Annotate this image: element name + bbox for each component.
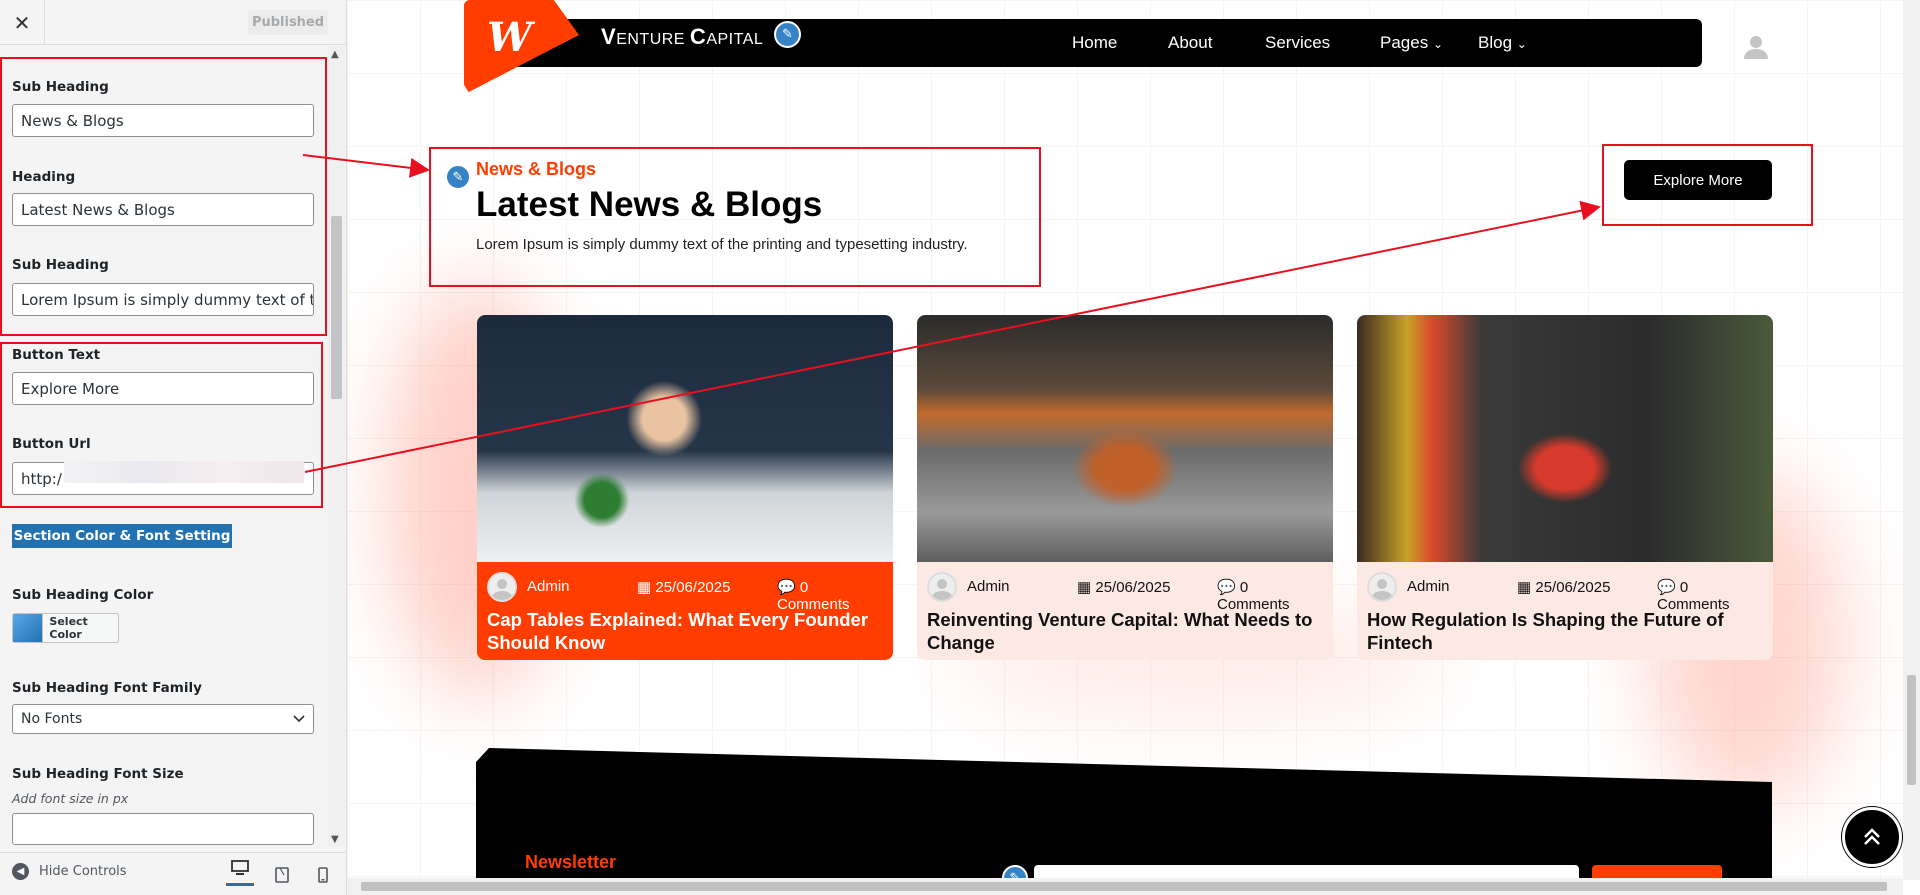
- nav-about[interactable]: About: [1168, 33, 1212, 53]
- card-title[interactable]: How Regulation Is Shaping the Future of …: [1367, 608, 1763, 654]
- comments-icon: 💬: [1217, 579, 1236, 596]
- font-family-value: No Fonts: [21, 711, 83, 727]
- card-image: [917, 315, 1333, 562]
- section-sub-heading: News & Blogs: [476, 159, 597, 179]
- site-preview: W VENTURE CAPITAL ✎ Home About Services …: [347, 0, 1920, 895]
- scroll-to-top-button[interactable]: [1842, 807, 1902, 867]
- card-meta: Admin ▦ 25/06/2025 💬 0 Comments: [487, 572, 883, 613]
- calendar-icon: ▦: [1517, 579, 1532, 596]
- close-icon[interactable]: ✕: [0, 0, 45, 45]
- double-chevron-up-icon: [1864, 828, 1880, 845]
- avatar: [927, 572, 957, 602]
- select-color-button[interactable]: Select Color: [12, 613, 119, 643]
- card-body: Admin ▦ 25/06/2025 💬 0 Comments Reinvent…: [917, 562, 1333, 660]
- hide-controls-button[interactable]: ◀ Hide Controls: [12, 863, 127, 880]
- tablet-icon[interactable]: [268, 863, 296, 887]
- card-body: Admin ▦ 25/06/2025 💬 0 Comments How Regu…: [1357, 562, 1773, 660]
- font-family-select[interactable]: No Fonts: [12, 704, 314, 734]
- card-date-value: 25/06/2025: [655, 579, 731, 596]
- user-avatar[interactable]: [1740, 28, 1771, 59]
- sidebar-scroll-thumb[interactable]: [331, 216, 342, 399]
- collapse-icon: ◀: [12, 863, 29, 880]
- heading-label: Heading: [12, 169, 76, 185]
- calendar-icon: ▦: [637, 579, 652, 596]
- scroll-up-icon[interactable]: ▲: [331, 49, 339, 60]
- card-meta: Admin ▦ 25/06/2025 💬 0 Comments: [927, 572, 1323, 613]
- card-date-value: 25/06/2025: [1095, 579, 1171, 596]
- button-text-label: Button Text: [12, 347, 101, 363]
- explore-more-button[interactable]: Explore More: [1624, 160, 1772, 200]
- avatar: [1367, 572, 1397, 602]
- logo-mark: W: [487, 14, 532, 61]
- sub-heading-label: Sub Heading: [12, 79, 109, 95]
- font-size-label: Sub Heading Font Size: [12, 766, 184, 782]
- brand-name[interactable]: VENTURE CAPITAL: [601, 24, 763, 50]
- font-size-help: Add font size in px: [12, 791, 129, 806]
- customizer-sidebar: ✕ Published Sub Heading News & Blogs Hea…: [0, 0, 347, 895]
- nav-services[interactable]: Services: [1265, 33, 1330, 53]
- scroll-down-icon[interactable]: ▼: [331, 834, 339, 845]
- chevron-down-icon: ⌄: [1432, 37, 1443, 51]
- section-settings-button[interactable]: Section Color & Font Setting: [12, 524, 232, 548]
- card-meta: Admin ▦ 25/06/2025 💬 0 Comments: [1367, 572, 1763, 613]
- preview-horizontal-scroll-thumb[interactable]: [361, 882, 1887, 891]
- font-family-label: Sub Heading Font Family: [12, 680, 202, 696]
- customizer-header: ✕ Published: [0, 0, 346, 45]
- card-author[interactable]: Admin: [967, 578, 1010, 595]
- color-swatch: [13, 614, 44, 642]
- avatar: [487, 572, 517, 602]
- newsletter-label: Newsletter: [525, 852, 617, 872]
- nav-pages[interactable]: Pages ⌄: [1380, 33, 1443, 53]
- section-heading: Latest News & Blogs: [476, 185, 823, 224]
- comments-icon: 💬: [777, 579, 796, 596]
- blog-card[interactable]: Admin ▦ 25/06/2025 💬 0 Comments How Regu…: [1357, 315, 1773, 660]
- sidebar-scrollbar[interactable]: [328, 46, 345, 846]
- publish-button[interactable]: Published: [248, 10, 328, 35]
- card-title[interactable]: Cap Tables Explained: What Every Founder…: [487, 608, 883, 654]
- card-author[interactable]: Admin: [527, 578, 570, 595]
- card-date: ▦ 25/06/2025: [1077, 578, 1170, 596]
- blog-card[interactable]: Admin ▦ 25/06/2025 💬 0 Comments Cap Tabl…: [477, 315, 893, 660]
- button-text-input[interactable]: Explore More: [12, 372, 314, 405]
- select-color-label: Select Color: [49, 615, 88, 641]
- heading-input[interactable]: Latest News & Blogs: [12, 193, 314, 226]
- nav-pages-label: Pages: [1380, 33, 1429, 52]
- card-date: ▦ 25/06/2025: [637, 578, 730, 596]
- desktop-icon[interactable]: [226, 853, 254, 886]
- card-body: Admin ▦ 25/06/2025 💬 0 Comments Cap Tabl…: [477, 562, 893, 660]
- card-image: [477, 315, 893, 562]
- card-author[interactable]: Admin: [1407, 578, 1450, 595]
- comments-icon: 💬: [1657, 579, 1676, 596]
- chevron-down-icon: [293, 715, 305, 723]
- nav-blog-label: Blog: [1478, 33, 1513, 52]
- button-url-label: Button Url: [12, 436, 91, 452]
- chevron-down-icon: ⌄: [1516, 37, 1527, 51]
- description-label: Sub Heading: [12, 257, 109, 273]
- preview-vertical-scroll-thumb[interactable]: [1907, 675, 1916, 785]
- card-title[interactable]: Reinventing Venture Capital: What Needs …: [927, 608, 1323, 654]
- mobile-icon[interactable]: [309, 863, 337, 887]
- nav-blog[interactable]: Blog ⌄: [1478, 33, 1527, 53]
- font-size-input[interactable]: [12, 813, 314, 845]
- hide-controls-label: Hide Controls: [39, 864, 127, 879]
- card-date: ▦ 25/06/2025: [1517, 578, 1610, 596]
- sub-heading-input[interactable]: News & Blogs: [12, 104, 314, 137]
- description-input[interactable]: Lorem Ipsum is simply dummy text of the …: [12, 283, 314, 316]
- edit-pencil-icon[interactable]: ✎: [445, 164, 471, 190]
- calendar-icon: ▦: [1077, 579, 1092, 596]
- card-image: [1357, 315, 1773, 562]
- sub-heading-color-label: Sub Heading Color: [12, 587, 154, 603]
- blog-card[interactable]: Admin ▦ 25/06/2025 💬 0 Comments Reinvent…: [917, 315, 1333, 660]
- nav-home[interactable]: Home: [1072, 33, 1117, 53]
- customizer-footer: ◀ Hide Controls: [0, 852, 346, 895]
- card-date-value: 25/06/2025: [1535, 579, 1611, 596]
- url-redaction: [64, 461, 304, 483]
- section-description: Lorem Ipsum is simply dummy text of the …: [476, 236, 968, 253]
- edit-pencil-icon[interactable]: ✎: [774, 21, 801, 48]
